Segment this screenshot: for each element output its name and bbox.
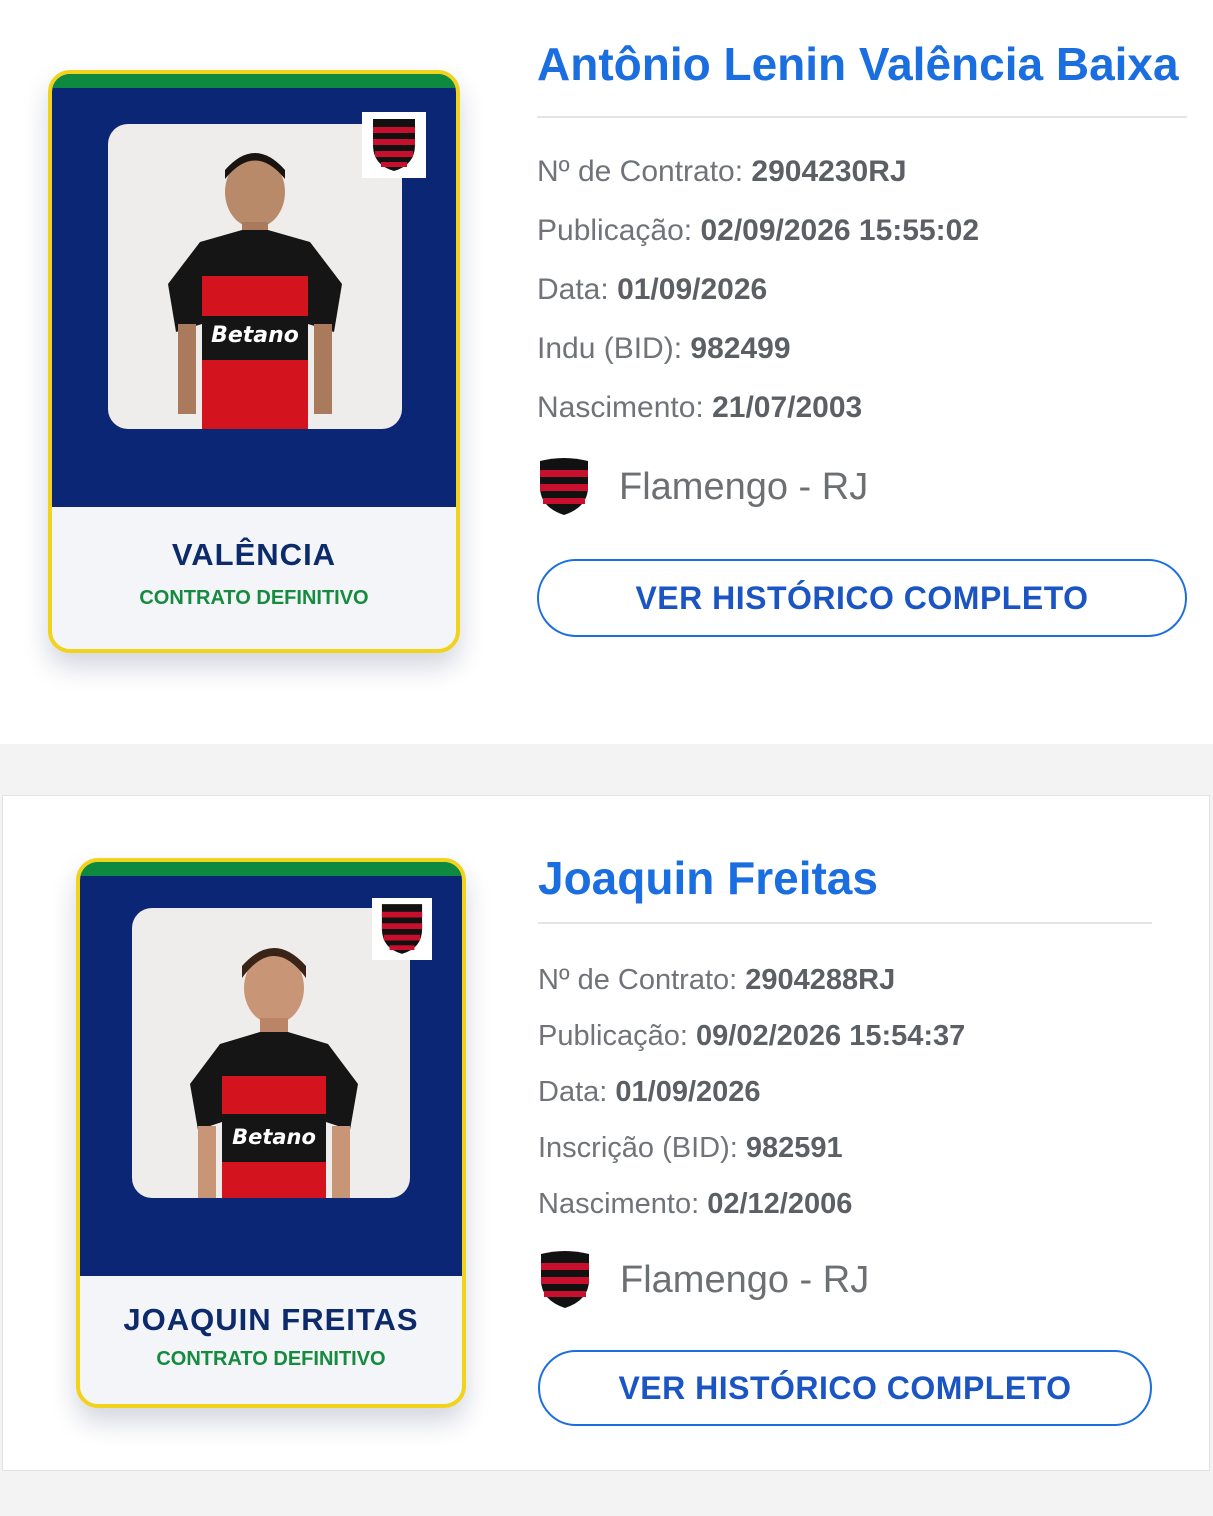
flamengo-shield-icon <box>373 119 415 171</box>
card-caption: VALÊNCIA CONTRATO DEFINITIVO <box>52 507 456 649</box>
birth-date-field: Nascimento: 02/12/2006 <box>538 1188 853 1220</box>
card-photo-panel: Betano <box>80 862 462 1276</box>
player-photo: Betano <box>108 124 402 429</box>
card-photo-panel: Betano <box>52 74 456 507</box>
player-info: Antônio Lenin Valência Baixa Nº de Contr… <box>537 34 1187 637</box>
club-name: Flamengo - RJ <box>619 465 869 508</box>
flamengo-shield-icon <box>540 458 588 515</box>
date-field: Data: 01/09/2026 <box>537 273 768 306</box>
player-entry: Betano VALÊNCIA CONTRATO DEFINITIVO Antô… <box>0 0 1213 744</box>
contract-status: CONTRATO DEFINITIVO <box>156 1348 386 1370</box>
date-field: Data: 01/09/2026 <box>538 1076 761 1108</box>
contract-details: Nº de Contrato: 2904230RJ Publicação: 02… <box>537 142 1187 437</box>
player-card[interactable]: Betano JOAQUIN FREITAS CONTRATO DEFINITI… <box>76 858 466 1408</box>
svg-text:Betano: Betano <box>211 323 299 348</box>
contract-details: Nº de Contrato: 2904288RJ Publicação: 09… <box>538 952 1152 1232</box>
svg-text:Betano: Betano <box>232 1125 316 1149</box>
bid-registration-field: Indu (BID): 982499 <box>537 332 791 365</box>
publication-field: Publicação: 02/09/2026 15:55:02 <box>537 214 980 247</box>
contract-status: CONTRATO DEFINITIVO <box>139 587 369 609</box>
birth-date-field: Nascimento: 21/07/2003 <box>537 391 863 424</box>
club-row: Flamengo - RJ <box>537 455 1187 519</box>
club-badge <box>362 112 426 178</box>
player-card[interactable]: Betano VALÊNCIA CONTRATO DEFINITIVO <box>48 70 460 653</box>
player-full-name[interactable]: Antônio Lenin Valência Baixa <box>537 34 1187 118</box>
view-full-history-button[interactable]: VER HISTÓRICO COMPLETO <box>538 1350 1152 1426</box>
club-row: Flamengo - RJ <box>538 1248 1152 1312</box>
flamengo-shield-icon <box>541 1251 589 1308</box>
card-player-name: VALÊNCIA <box>171 537 337 572</box>
view-full-history-button[interactable]: VER HISTÓRICO COMPLETO <box>537 559 1187 637</box>
player-full-name[interactable]: Joaquin Freitas <box>538 848 1152 924</box>
player-photo: Betano <box>132 908 410 1198</box>
player-info: Joaquin Freitas Nº de Contrato: 2904288R… <box>538 848 1152 1426</box>
club-badge <box>372 898 432 960</box>
contract-number-field: Nº de Contrato: 2904288RJ <box>538 964 896 996</box>
bid-registration-field: Inscrição (BID): 982591 <box>538 1132 843 1164</box>
contract-number-field: Nº de Contrato: 2904230RJ <box>537 155 907 188</box>
publication-field: Publicação: 09/02/2026 15:54:37 <box>538 1020 966 1052</box>
card-player-name: JOAQUIN FREITAS <box>123 1302 419 1337</box>
club-name: Flamengo - RJ <box>620 1258 870 1301</box>
flamengo-shield-icon <box>381 904 423 954</box>
card-caption: JOAQUIN FREITAS CONTRATO DEFINITIVO <box>80 1276 462 1404</box>
player-entry: Betano JOAQUIN FREITAS CONTRATO DEFINITI… <box>2 795 1210 1471</box>
